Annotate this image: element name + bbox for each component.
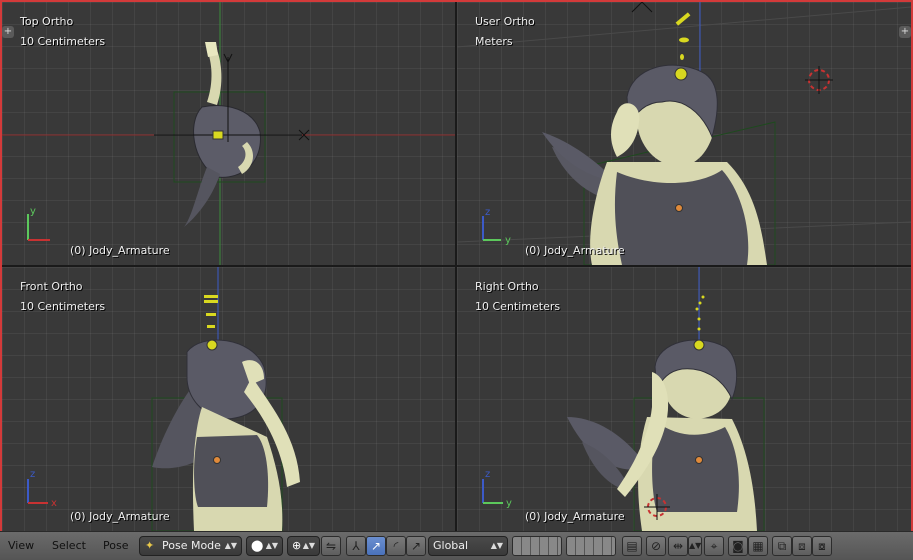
mode-selector[interactable]: ✦ Pose Mode ▲▼ bbox=[139, 536, 242, 556]
axis-label-z: z bbox=[485, 207, 490, 218]
proportional-edit-icon: ⊘ bbox=[650, 539, 662, 553]
snap-target-button[interactable]: ⌖ bbox=[704, 536, 724, 556]
viewport-divider-horizontal[interactable] bbox=[2, 265, 911, 267]
chevron-updown-icon: ▲▼ bbox=[224, 541, 237, 550]
viewport-top-ortho[interactable]: Top Ortho 10 Centimeters y (0) Jody_Arma… bbox=[2, 2, 455, 265]
paste-flipped-pose-icon: ⧇ bbox=[818, 539, 826, 553]
axis-gizmo: z y bbox=[482, 469, 512, 509]
orientation-label: Global bbox=[433, 539, 469, 552]
camera-icon: ◙ bbox=[732, 539, 744, 553]
active-object-label: (0) Jody_Armature bbox=[525, 510, 625, 523]
scale-icon: ↗ bbox=[410, 539, 422, 553]
axis-label-y: y bbox=[30, 206, 36, 217]
grid-scale: 10 Centimeters bbox=[475, 300, 561, 313]
axis-label-z: z bbox=[485, 469, 490, 480]
render-opengl-image-button[interactable]: ◙ bbox=[728, 536, 748, 556]
menu-select[interactable]: Select bbox=[52, 539, 86, 552]
view-label: Top Ortho 10 Centimeters bbox=[20, 12, 105, 52]
scale-manipulator-button[interactable]: ↗ bbox=[406, 536, 426, 556]
lock-layers-button[interactable]: ▤ bbox=[622, 536, 642, 556]
rotate-manipulator-button[interactable]: ◜ bbox=[386, 536, 406, 556]
properties-toggle[interactable]: + bbox=[899, 26, 911, 38]
snap-target-icon: ⌖ bbox=[710, 539, 718, 553]
viewport-right-ortho[interactable]: Right Ortho 10 Centimeters z y (0) Jody_… bbox=[457, 267, 911, 531]
grid-scale: 10 Centimeters bbox=[20, 300, 106, 313]
pose-mode-icon: ✦ bbox=[145, 539, 155, 552]
chevron-updown-icon: ▲▼ bbox=[689, 541, 702, 550]
grid-scale: 10 Centimeters bbox=[20, 35, 106, 48]
viewport-user-ortho[interactable]: User Ortho Meters z y (0) Jody_Armature … bbox=[457, 2, 911, 265]
clapboard-icon: ▦ bbox=[752, 539, 764, 553]
layer-buttons-group-1[interactable] bbox=[512, 536, 562, 556]
view-label: Right Ortho 10 Centimeters bbox=[475, 277, 560, 317]
chevron-updown-icon: ▲▼ bbox=[490, 541, 503, 550]
manipulator-toggle-button[interactable]: ⅄ bbox=[346, 536, 366, 556]
menu-view[interactable]: View bbox=[8, 539, 34, 552]
chevron-updown-icon: ▲▼ bbox=[265, 541, 278, 550]
copy-pose-button[interactable]: ⧉ bbox=[772, 536, 792, 556]
active-object-label: (0) Jody_Armature bbox=[70, 510, 170, 523]
3d-view-header: View Select Pose ✦ Pose Mode ▲▼ ⬤ ▲▼ ⊕ ▲… bbox=[0, 531, 913, 560]
manipulator-center-button[interactable]: ⇋ bbox=[321, 536, 341, 556]
properties-toggle[interactable]: + bbox=[2, 26, 14, 38]
paste-pose-icon: ⧈ bbox=[798, 539, 806, 553]
paste-flipped-pose-button[interactable]: ⧇ bbox=[812, 536, 832, 556]
paste-pose-button[interactable]: ⧈ bbox=[792, 536, 812, 556]
axis-label-x: x bbox=[51, 498, 57, 509]
viewport-shading-selector[interactable]: ⬤ ▲▼ bbox=[246, 536, 283, 556]
translate-arrow-icon: ↗ bbox=[370, 539, 382, 553]
pivot-point-selector[interactable]: ⊕ ▲▼ bbox=[287, 536, 320, 556]
grid-scale: Meters bbox=[475, 35, 513, 48]
menu-pose[interactable]: Pose bbox=[103, 539, 128, 552]
rotate-arc-icon: ◜ bbox=[393, 539, 399, 553]
snap-icon: ⇹ bbox=[672, 539, 684, 553]
active-object-label: (0) Jody_Armature bbox=[70, 244, 170, 257]
axis-gizmo: z y bbox=[482, 207, 511, 246]
view-name: User Ortho bbox=[475, 15, 535, 28]
view-label: User Ortho Meters bbox=[475, 12, 535, 52]
snap-element-selector[interactable]: ▲▼ bbox=[688, 536, 702, 556]
snap-toggle-button[interactable]: ⇹ bbox=[668, 536, 688, 556]
layers-icon: ▤ bbox=[626, 539, 638, 553]
axis-gizmo: z x bbox=[27, 469, 57, 509]
axis-gizmo: y bbox=[27, 206, 50, 241]
view-name: Right Ortho bbox=[475, 280, 539, 293]
viewport-front-ortho[interactable]: Front Ortho 10 Centimeters z x (0) Jody_… bbox=[2, 267, 455, 531]
proportional-edit-button[interactable]: ⊘ bbox=[646, 536, 666, 556]
layer-buttons-group-2[interactable] bbox=[566, 536, 616, 556]
axis-label-y: y bbox=[506, 498, 512, 509]
active-object-label: (0) Jody_Armature bbox=[525, 244, 625, 257]
axis-label-y: y bbox=[505, 235, 511, 246]
view-name: Front Ortho bbox=[20, 280, 83, 293]
copy-pose-icon: ⧉ bbox=[777, 539, 787, 553]
manipulator-center-icon: ⇋ bbox=[325, 539, 337, 553]
axis-manipulator-icon: ⅄ bbox=[352, 539, 360, 553]
render-opengl-animation-button[interactable]: ▦ bbox=[748, 536, 768, 556]
view-label: Front Ortho 10 Centimeters bbox=[20, 277, 105, 317]
chevron-updown-icon: ▲▼ bbox=[302, 541, 315, 550]
translate-manipulator-button[interactable]: ↗ bbox=[366, 536, 386, 556]
transform-orientation-selector[interactable]: Global ▲▼ bbox=[428, 536, 508, 556]
axis-label-z: z bbox=[30, 469, 35, 480]
solid-shading-icon: ⬤ bbox=[251, 539, 264, 552]
pivot-icon: ⊕ bbox=[292, 539, 302, 552]
mode-label: Pose Mode bbox=[162, 539, 221, 552]
view-name: Top Ortho bbox=[20, 15, 74, 28]
